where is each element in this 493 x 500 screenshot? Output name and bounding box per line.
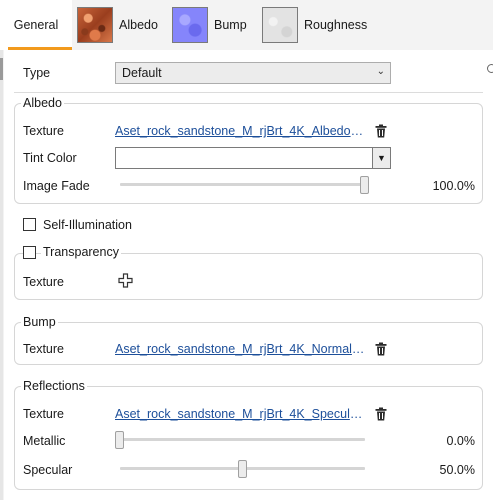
tab-albedo[interactable]: Albedo xyxy=(77,0,158,50)
tint-color-label: Tint Color xyxy=(23,151,77,165)
material-tab-bar: General Albedo Bump Roughness xyxy=(0,0,493,50)
type-select-value: Default xyxy=(122,66,162,80)
bump-thumbnail xyxy=(172,7,208,43)
metallic-value: 0.0% xyxy=(446,434,476,448)
left-strip xyxy=(0,50,3,500)
tab-bump-label: Bump xyxy=(214,18,247,32)
type-select[interactable]: Default ⌄ xyxy=(115,62,391,84)
self-illumination-label: Self-Illumination xyxy=(43,218,132,232)
slider-thumb[interactable] xyxy=(237,460,247,478)
slider-track xyxy=(120,438,365,441)
specular-slider[interactable] xyxy=(120,460,365,478)
self-illumination-checkbox[interactable] xyxy=(23,218,36,231)
bump-texture-link[interactable]: Aset_rock_sandstone_M_rjBrt_4K_NormalB..… xyxy=(115,342,365,356)
albedo-thumbnail xyxy=(77,7,113,43)
tab-albedo-label: Albedo xyxy=(119,18,158,32)
collapse-icon[interactable] xyxy=(487,64,493,73)
transparency-label: Transparency xyxy=(41,245,121,259)
metallic-label: Metallic xyxy=(23,434,66,448)
reflections-texture-label: Texture xyxy=(23,407,64,421)
tab-roughness[interactable]: Roughness xyxy=(262,0,367,50)
transparency-group xyxy=(14,253,483,300)
image-fade-slider[interactable] xyxy=(120,176,369,194)
chevron-down-icon: ⌄ xyxy=(376,66,385,77)
tab-general-label: General xyxy=(13,18,59,32)
tab-general[interactable]: General xyxy=(0,0,72,50)
albedo-texture-link[interactable]: Aset_rock_sandstone_M_rjBrt_4K_Albedo.jp… xyxy=(115,124,365,138)
chevron-down-icon: ▼ xyxy=(372,148,390,168)
specular-label: Specular xyxy=(23,463,73,477)
roughness-thumbnail xyxy=(262,7,298,43)
trash-icon[interactable] xyxy=(374,124,388,138)
albedo-texture-label: Texture xyxy=(23,124,64,138)
metallic-slider[interactable] xyxy=(115,431,365,449)
bump-group-title: Bump xyxy=(21,315,58,329)
tint-color-picker[interactable]: ▼ xyxy=(115,147,391,169)
plus-icon[interactable] xyxy=(118,273,133,288)
transparency-texture-label: Texture xyxy=(23,275,64,289)
bump-texture-label: Texture xyxy=(23,342,64,356)
trash-icon[interactable] xyxy=(374,407,388,421)
type-label: Type xyxy=(23,66,51,80)
tab-bump[interactable]: Bump xyxy=(172,0,247,50)
slider-track xyxy=(120,183,365,186)
transparency-checkbox[interactable] xyxy=(23,246,36,259)
type-divider xyxy=(14,92,483,93)
slider-thumb[interactable] xyxy=(360,176,369,194)
reflections-texture-link[interactable]: Aset_rock_sandstone_M_rjBrt_4K_Specular.… xyxy=(115,407,365,421)
specular-value: 50.0% xyxy=(439,463,475,477)
image-fade-value: 100.0% xyxy=(432,179,475,193)
reflections-group-title: Reflections xyxy=(21,379,87,393)
tab-roughness-label: Roughness xyxy=(304,18,368,32)
left-edge-marker xyxy=(0,58,3,80)
image-fade-label: Image Fade xyxy=(23,179,90,193)
slider-thumb[interactable] xyxy=(115,431,124,449)
albedo-group-title: Albedo xyxy=(21,96,64,110)
trash-icon[interactable] xyxy=(374,342,388,356)
